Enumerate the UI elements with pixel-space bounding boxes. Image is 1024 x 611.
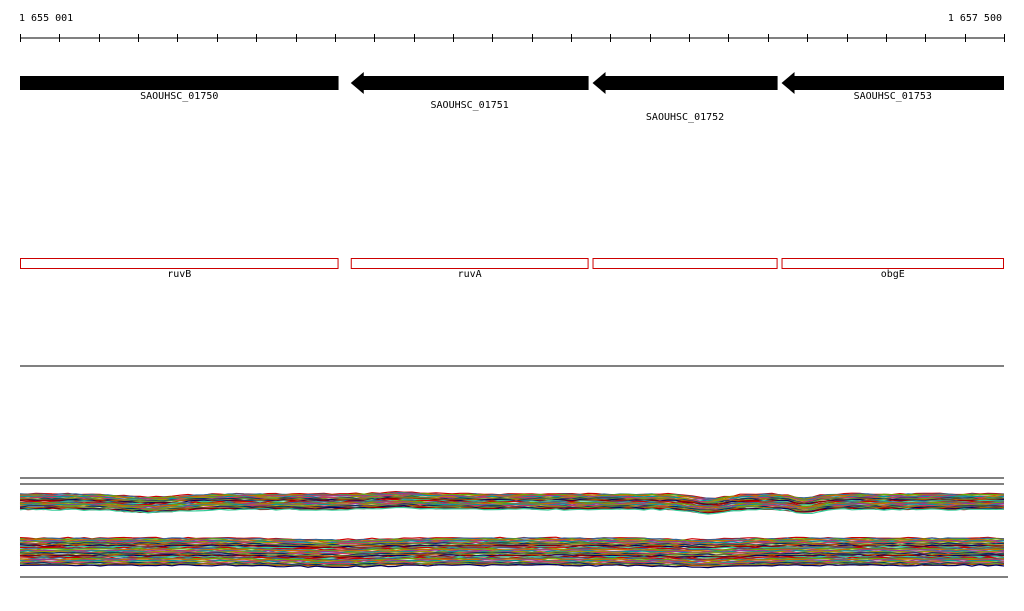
annotation-box bbox=[350, 258, 589, 269]
annotation-label: obgE bbox=[880, 269, 905, 280]
expression-trace-line bbox=[19, 563, 1005, 569]
expression-trace-panel bbox=[19, 477, 1008, 578]
gene-label: SAOUHSC_01752 bbox=[645, 112, 725, 123]
annotation-box bbox=[781, 258, 1005, 269]
gene-arrow bbox=[350, 72, 589, 94]
annotation-label: ruvB bbox=[167, 269, 192, 280]
gene-label: SAOUHSC_01751 bbox=[430, 100, 509, 111]
gene-label: SAOUHSC_01753 bbox=[853, 91, 932, 102]
gene-arrow bbox=[592, 72, 778, 94]
ruler bbox=[20, 34, 1005, 42]
annotation-label: ruvA bbox=[457, 269, 482, 280]
gene-arrow bbox=[20, 76, 339, 90]
annotation-track bbox=[20, 258, 1005, 269]
annotation-box bbox=[592, 258, 778, 269]
annotation-box bbox=[20, 258, 339, 269]
gene-label: SAOUHSC_01750 bbox=[140, 91, 219, 102]
